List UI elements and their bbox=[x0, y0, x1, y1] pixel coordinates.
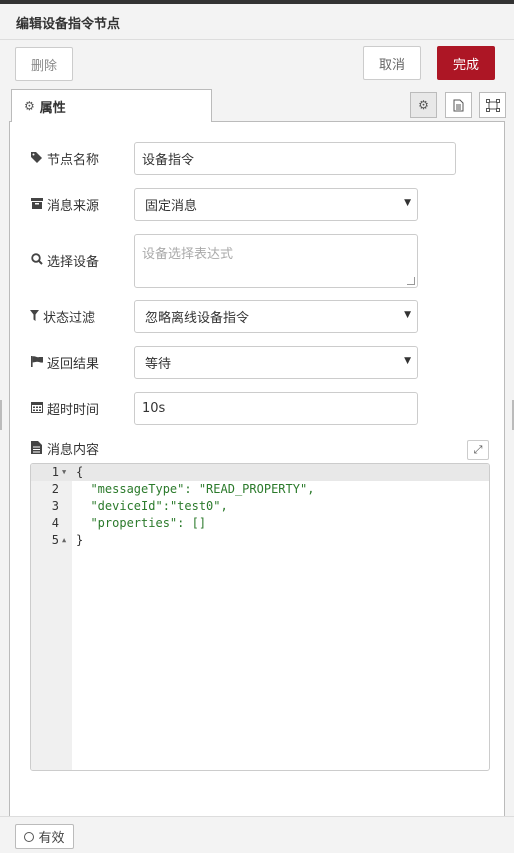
json-code-editor[interactable]: 1 ▼ { 2 "messageType": "READ_PROPERTY", … bbox=[30, 463, 490, 771]
name-input[interactable]: 设备指令 bbox=[134, 142, 456, 175]
code-text: } bbox=[76, 533, 84, 547]
code-line: 5 ▲ } bbox=[31, 532, 489, 549]
code-line: 1 ▼ { bbox=[31, 464, 489, 481]
line-number: 4 bbox=[51, 516, 59, 530]
filter-icon bbox=[30, 309, 39, 324]
action-toolbar: 删除 取消 完成 bbox=[0, 41, 514, 89]
tab-properties[interactable]: ⚙ 属性 bbox=[11, 89, 212, 122]
device-expression-placeholder: 设备选择表达式 bbox=[142, 247, 234, 262]
circle-icon bbox=[24, 831, 35, 842]
dropdown-arrow-icon: ▼ bbox=[404, 310, 411, 320]
name-label-text: 节点名称 bbox=[47, 153, 100, 168]
properties-panel: 节点名称 设备指令 消息来源 固定消息 ▼ 选择设备 设备选择表达式 状态过滤 … bbox=[9, 122, 505, 816]
dialog-footer: 有效 bbox=[0, 816, 514, 853]
gear-icon: ⚙ bbox=[418, 98, 429, 112]
tab-strip: ⚙ 属性 ⚙ bbox=[9, 89, 506, 122]
code-text: "messageType": "READ_PROPERTY", bbox=[90, 482, 315, 496]
result-select[interactable]: 等待 ▼ bbox=[134, 346, 418, 379]
expand-editor-button[interactable]: ⤢ bbox=[467, 440, 489, 460]
timeout-label: 超时时间 bbox=[30, 399, 99, 418]
result-label: 返回结果 bbox=[30, 353, 99, 372]
source-select-value: 固定消息 bbox=[145, 199, 198, 214]
device-expression-textarea[interactable]: 设备选择表达式 bbox=[134, 234, 418, 288]
done-button[interactable]: 完成 bbox=[437, 46, 495, 80]
filter-select-value: 忽略离线设备指令 bbox=[145, 311, 250, 326]
source-label-text: 消息来源 bbox=[47, 199, 100, 214]
device-label-text: 选择设备 bbox=[47, 255, 100, 270]
gear-icon: ⚙ bbox=[24, 99, 35, 113]
result-select-value: 等待 bbox=[145, 357, 172, 372]
line-number: 1 bbox=[51, 465, 59, 479]
tag-icon bbox=[30, 151, 43, 166]
delete-button[interactable]: 删除 bbox=[15, 47, 73, 81]
source-label: 消息来源 bbox=[30, 195, 99, 214]
fold-up-icon[interactable]: ▲ bbox=[62, 532, 66, 549]
left-resize-handle[interactable] bbox=[0, 400, 2, 430]
line-number: 5 bbox=[51, 533, 59, 547]
enabled-toggle-button[interactable]: 有效 bbox=[15, 824, 74, 849]
dropdown-arrow-icon: ▼ bbox=[404, 198, 411, 208]
code-line: 2 "messageType": "READ_PROPERTY", bbox=[31, 481, 489, 498]
description-tab-button[interactable] bbox=[445, 92, 472, 118]
device-label: 选择设备 bbox=[30, 251, 99, 270]
filter-select[interactable]: 忽略离线设备指令 ▼ bbox=[134, 300, 418, 333]
code-line: 4 "properties": [] bbox=[31, 515, 489, 532]
timeout-input[interactable]: 10s bbox=[134, 392, 418, 425]
code-line: 3 "deviceId":"test0", bbox=[31, 498, 489, 515]
expand-icon: ⤢ bbox=[473, 443, 483, 456]
archive-icon bbox=[30, 197, 43, 212]
code-text: "properties": [] bbox=[90, 516, 207, 530]
resize-grip-icon[interactable] bbox=[407, 277, 415, 285]
enabled-toggle-label: 有效 bbox=[38, 831, 65, 846]
flag-icon bbox=[30, 355, 43, 370]
timeout-label-text: 超时时间 bbox=[47, 403, 100, 418]
content-label-text: 消息内容 bbox=[47, 443, 100, 458]
calendar-icon bbox=[30, 401, 43, 416]
line-number: 3 bbox=[51, 499, 59, 513]
filter-label-text: 状态过滤 bbox=[43, 311, 96, 326]
document-icon bbox=[453, 99, 464, 111]
cancel-button[interactable]: 取消 bbox=[363, 46, 421, 80]
search-icon bbox=[30, 253, 43, 268]
settings-tab-button[interactable]: ⚙ bbox=[410, 92, 437, 118]
fold-down-icon[interactable]: ▼ bbox=[62, 464, 66, 481]
frame-icon bbox=[485, 98, 500, 112]
code-text: { bbox=[76, 465, 84, 479]
result-label-text: 返回结果 bbox=[47, 357, 100, 372]
dialog-title: 编辑设备指令节点 bbox=[16, 17, 121, 32]
code-text: "deviceId":"test0", bbox=[90, 499, 228, 513]
name-label: 节点名称 bbox=[30, 149, 99, 168]
dropdown-arrow-icon: ▼ bbox=[404, 356, 411, 366]
file-icon bbox=[30, 440, 43, 457]
editor-code: 1 ▼ { 2 "messageType": "READ_PROPERTY", … bbox=[31, 464, 489, 549]
source-select[interactable]: 固定消息 ▼ bbox=[134, 188, 418, 221]
content-label: 消息内容 bbox=[30, 439, 99, 458]
filter-label: 状态过滤 bbox=[30, 307, 95, 326]
tab-properties-label: 属性 bbox=[39, 100, 66, 116]
line-number: 2 bbox=[51, 482, 59, 496]
dialog-titlebar: 编辑设备指令节点 bbox=[0, 4, 514, 40]
appearance-tab-button[interactable] bbox=[479, 92, 506, 118]
